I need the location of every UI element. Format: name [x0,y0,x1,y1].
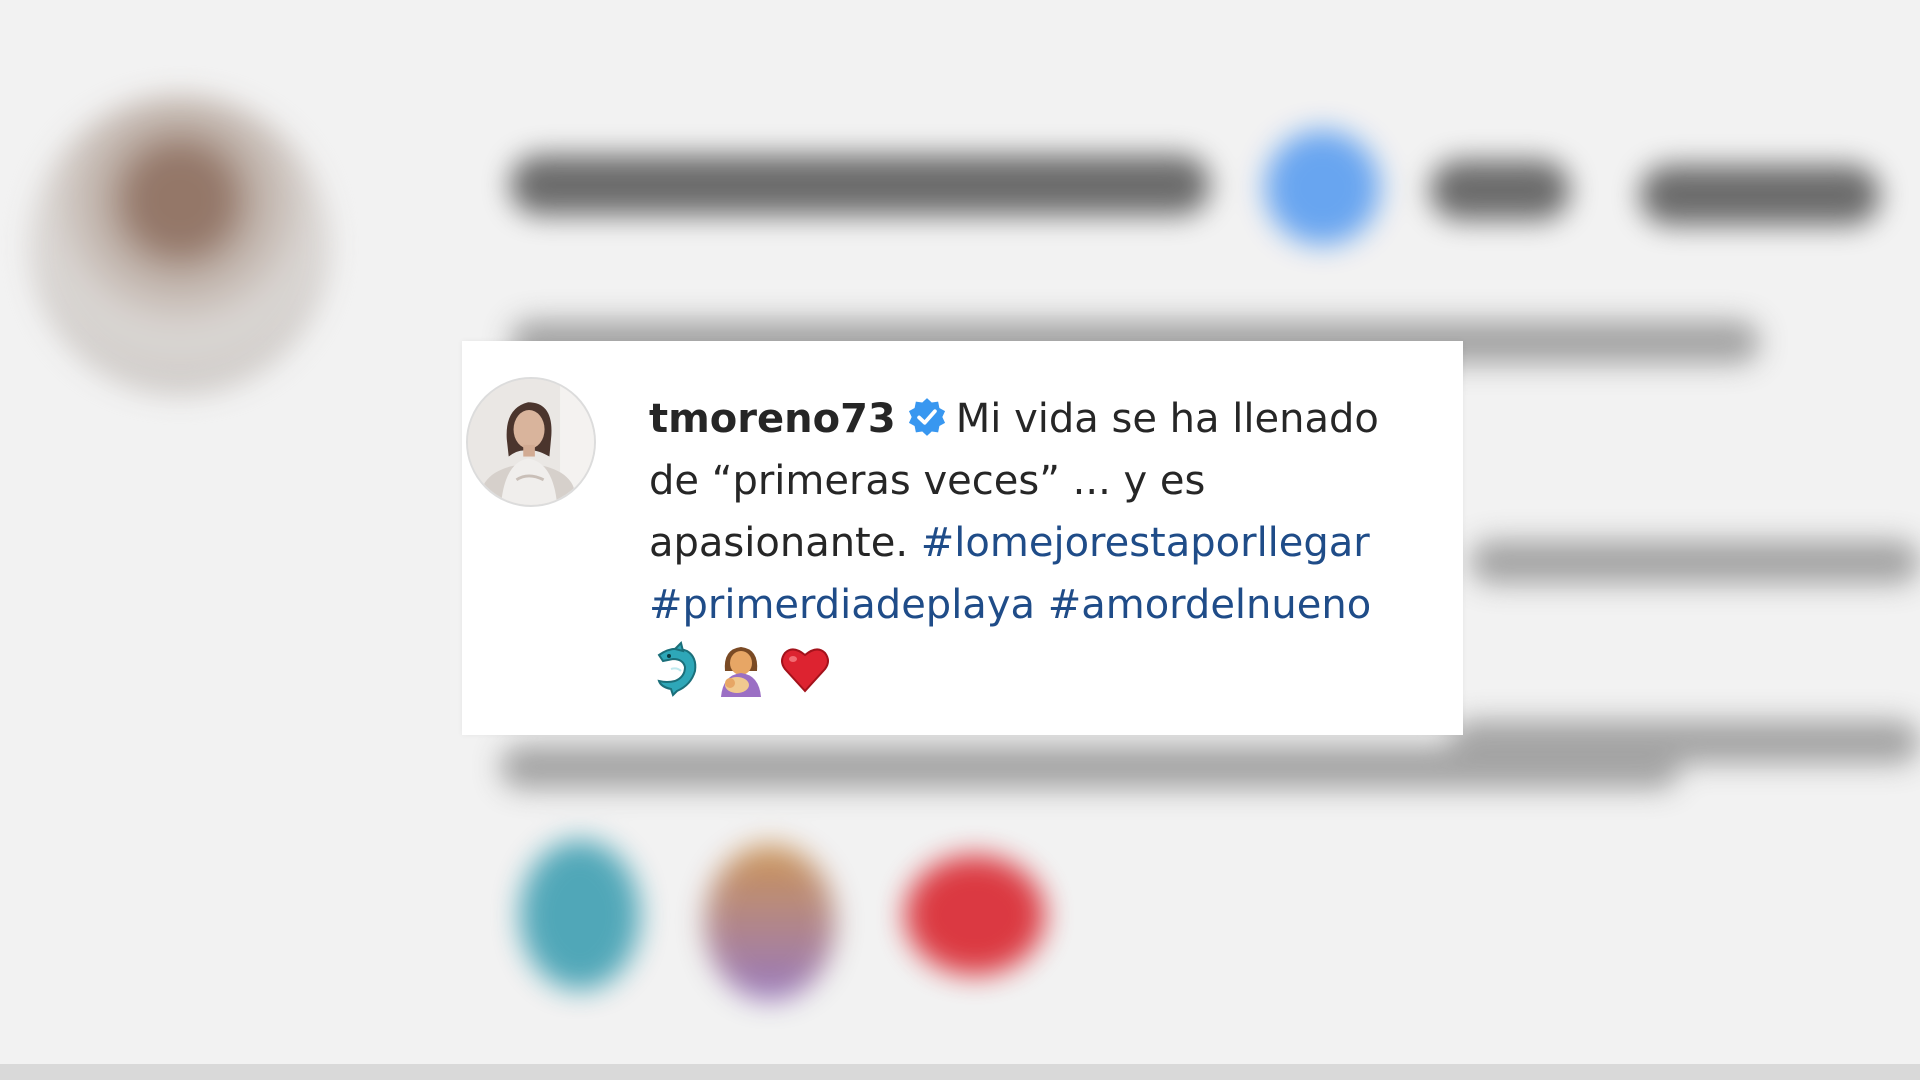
blurred-username [510,155,1210,215]
caption-line-3: apasionante. [649,520,909,566]
blurred-person-icon [705,845,835,1000]
dolphin-icon [657,641,697,697]
username-link[interactable]: tmoreno73 [649,396,896,442]
blurred-dolphin-icon [520,840,640,990]
blurred-text [500,745,1680,789]
blurred-heart-icon [905,855,1045,975]
blurred-text [1470,540,1920,584]
bottom-divider [0,1064,1920,1080]
blurred-text [1430,160,1570,220]
verified-badge-icon [908,398,945,436]
caption-line-2: de “primeras veces” ... y es [649,458,1206,504]
caption-card: tmoreno73 Mi vida se ha llenado de “prim… [462,341,1463,735]
hashtag-link[interactable]: #primerdiadeplaya [649,582,1035,628]
woman-feeding-baby-icon [721,647,761,697]
caption-line-1: Mi vida se ha llenado [955,396,1379,442]
post-caption: tmoreno73 Mi vida se ha llenado de “prim… [649,388,1439,698]
red-heart-icon [781,648,829,693]
screen: tmoreno73 Mi vida se ha llenado de “prim… [0,0,1920,1080]
profile-photo [468,379,594,505]
emoji-row [649,636,1439,698]
blurred-avatar [30,95,330,395]
profile-avatar[interactable] [466,377,596,507]
hashtag-link[interactable]: #amordelnueno [1048,582,1371,628]
blurred-text [1640,165,1880,225]
blurred-verified-badge [1265,130,1380,245]
hashtag-link[interactable]: #lomejorestaporllegar [921,520,1370,566]
